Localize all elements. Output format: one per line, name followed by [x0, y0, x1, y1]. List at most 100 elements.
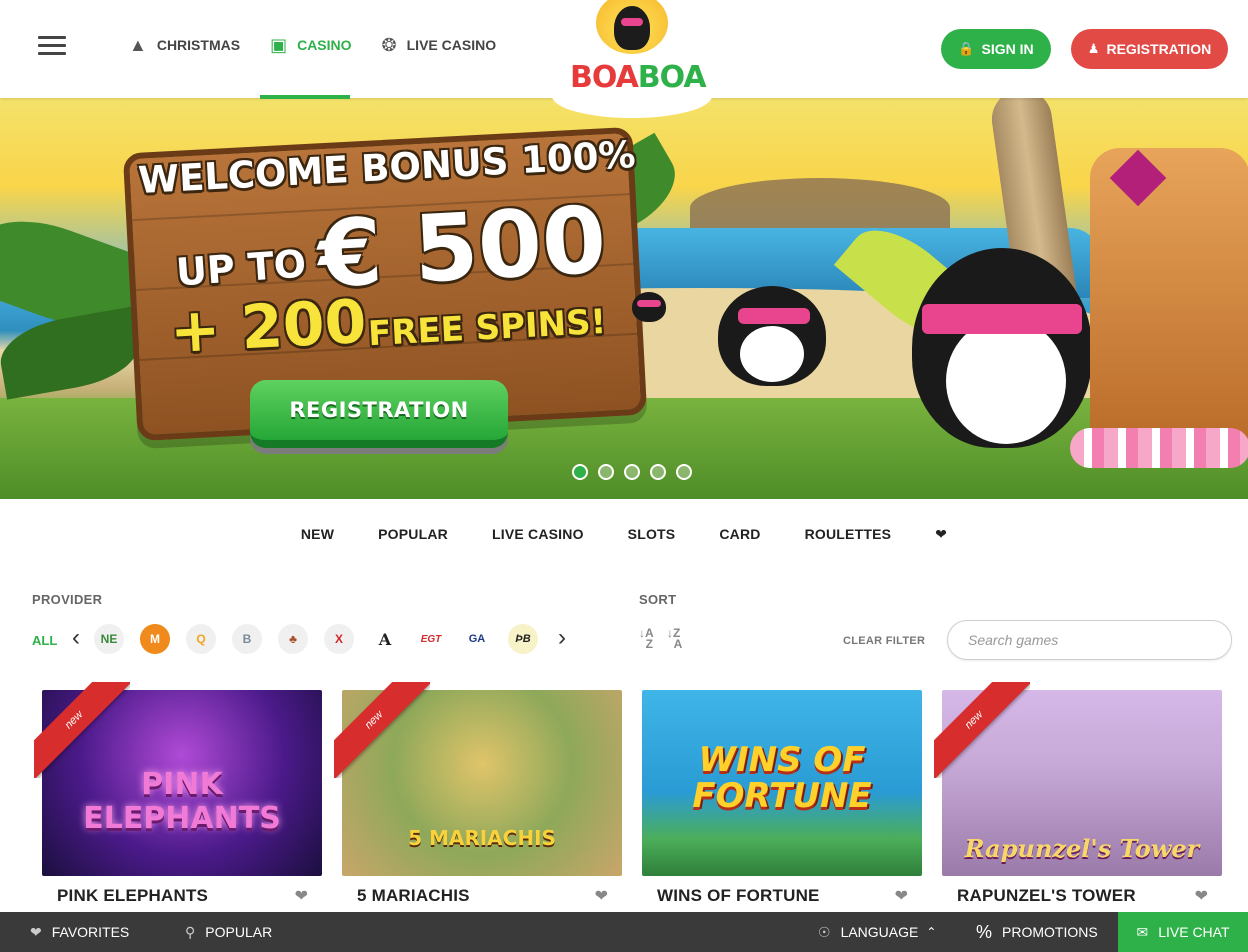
- game-thumbnail-title: PINK ELEPHANTS: [83, 767, 281, 836]
- game-title: RAPUNZEL'S TOWER: [957, 886, 1136, 905]
- game-thumbnail-title: 5 MARIACHIS: [408, 826, 556, 850]
- main-penguin-glasses: [922, 304, 1082, 334]
- provider-egt[interactable]: EGT: [416, 624, 446, 654]
- provider-label: PROVIDER: [32, 592, 103, 607]
- provider-all[interactable]: ALL: [32, 633, 57, 648]
- game-card[interactable]: Rapunzel's Tower new RAPUNZEL'S TOWER ❤: [934, 682, 1222, 905]
- provider-quickspin[interactable]: Q: [186, 624, 216, 654]
- provider-ga[interactable]: GA: [462, 624, 492, 654]
- site-logo[interactable]: BOABOA: [552, 0, 712, 120]
- nav-live-casino[interactable]: ❂ LIVE CASINO: [381, 0, 498, 90]
- new-ribbon: new: [934, 682, 1030, 778]
- top-nav: ▲ CHRISTMAS ▣ CASINO ❂ LIVE CASINO: [128, 0, 525, 98]
- provider-netent[interactable]: NE: [94, 624, 124, 654]
- hero-banner[interactable]: WELCOME BONUS 100% UP TO € 500 + 200 FRE…: [0, 98, 1248, 499]
- provider-a[interactable]: A: [370, 624, 400, 654]
- new-ribbon-label: new: [34, 682, 130, 778]
- flower-lei: [1070, 428, 1248, 468]
- popular-button[interactable]: ⚲ POPULAR: [185, 912, 272, 952]
- new-ribbon-label: new: [934, 682, 1030, 778]
- nav-live-casino-label: LIVE CASINO: [406, 37, 497, 53]
- language-label: LANGUAGE: [840, 924, 919, 940]
- sort-az-icon[interactable]: ↓A Z: [639, 627, 654, 650]
- hero-upto: UP TO: [174, 241, 308, 295]
- live-chat-label: LIVE CHAT: [1158, 924, 1230, 940]
- live-chat-button[interactable]: ✉ LIVE CHAT: [1118, 912, 1248, 952]
- sort-za-icon[interactable]: ↓Z A: [667, 627, 682, 650]
- game-card[interactable]: WINS OF FORTUNE WINS OF FORTUNE ❤: [642, 690, 922, 905]
- sign-in-label: SIGN IN: [981, 41, 1034, 57]
- hero-leaf: [0, 306, 146, 400]
- hero-registration-button[interactable]: REGISTRATION: [250, 380, 508, 448]
- promotions-label: PROMOTIONS: [1002, 924, 1098, 940]
- game-card[interactable]: 5 MARIACHIS new 5 MARIACHIS ❤: [334, 682, 622, 905]
- roulette-icon: ❂: [381, 34, 397, 55]
- logo-text-part1: BOA: [570, 60, 639, 95]
- tab-new[interactable]: NEW: [301, 526, 334, 543]
- provider-next-chevron-icon[interactable]: ›: [558, 624, 566, 652]
- chat-icon: ✉: [1136, 923, 1149, 940]
- nav-christmas[interactable]: ▲ CHRISTMAS: [128, 0, 241, 90]
- main-penguin: [912, 248, 1092, 448]
- sign-in-button[interactable]: 🔒 SIGN IN: [941, 29, 1051, 69]
- language-button[interactable]: ☉ LANGUAGE ⌃: [818, 912, 936, 952]
- popular-label: POPULAR: [205, 924, 273, 940]
- favorites-button[interactable]: ❤ FAVORITES: [30, 912, 129, 952]
- small-penguin: [632, 292, 666, 322]
- provider-prev-chevron-icon[interactable]: ‹: [72, 624, 80, 652]
- new-ribbon-label: new: [334, 682, 430, 778]
- favorites-label: FAVORITES: [51, 924, 130, 940]
- carousel-dot-1[interactable]: [572, 464, 588, 480]
- nav-casino-label: CASINO: [297, 37, 352, 53]
- promotions-button[interactable]: % PROMOTIONS: [976, 912, 1098, 952]
- search-input[interactable]: [947, 620, 1232, 660]
- carousel-dot-2[interactable]: [598, 464, 614, 480]
- new-ribbon: new: [34, 682, 130, 778]
- game-title: PINK ELEPHANTS: [57, 886, 209, 905]
- provider-tree[interactable]: ♣: [278, 624, 308, 654]
- provider-betsoft[interactable]: B: [232, 624, 262, 654]
- carousel-dot-3[interactable]: [624, 464, 640, 480]
- clear-filter-button[interactable]: CLEAR FILTER: [843, 635, 925, 647]
- surf-penguin: [718, 286, 826, 386]
- logo-text-part2: BOA: [637, 60, 707, 95]
- tab-popular[interactable]: POPULAR: [378, 526, 448, 543]
- provider-x[interactable]: X: [324, 624, 354, 654]
- tab-favorites-heart-icon[interactable]: ❤: [935, 526, 947, 543]
- provider-db[interactable]: ÞB: [508, 624, 538, 654]
- nav-christmas-label: CHRISTMAS: [156, 37, 241, 53]
- heart-icon: ❤: [30, 923, 42, 940]
- game-title: 5 MARIACHIS: [357, 886, 470, 905]
- provider-microgaming[interactable]: M: [140, 624, 170, 654]
- favorite-heart-icon[interactable]: ❤: [295, 886, 308, 906]
- carousel-dot-4[interactable]: [650, 464, 666, 480]
- tab-roulettes[interactable]: ROULETTES: [805, 526, 892, 543]
- award-icon: ⚲: [185, 923, 196, 940]
- favorite-heart-icon[interactable]: ❤: [895, 886, 908, 906]
- tiki-statue: [1090, 148, 1248, 448]
- nav-casino[interactable]: ▣ CASINO: [269, 0, 352, 90]
- carousel-dot-5[interactable]: [676, 464, 692, 480]
- logo-text: BOABOA: [570, 60, 707, 95]
- surf-penguin-belly: [740, 326, 804, 382]
- game-title: WINS OF FORTUNE: [657, 886, 820, 905]
- game-card[interactable]: PINK ELEPHANTS new PINK ELEPHANTS ❤: [34, 682, 322, 905]
- logo-penguin: [614, 6, 650, 50]
- hero-spins-count: + 200: [168, 286, 369, 368]
- tab-card[interactable]: CARD: [719, 526, 760, 543]
- carousel-dots: [572, 464, 702, 480]
- active-nav-indicator: [260, 95, 350, 99]
- game-thumbnail[interactable]: WINS OF FORTUNE: [642, 690, 922, 876]
- game-thumbnail-title: Rapunzel's Tower: [964, 834, 1200, 863]
- tab-live-casino[interactable]: LIVE CASINO: [492, 526, 584, 543]
- favorite-heart-icon[interactable]: ❤: [1195, 886, 1208, 906]
- registration-button[interactable]: ♟ REGISTRATION: [1071, 29, 1228, 69]
- hamburger-menu-icon[interactable]: [38, 36, 66, 56]
- registration-label: REGISTRATION: [1106, 41, 1212, 57]
- lock-icon: 🔒: [958, 41, 975, 56]
- favorite-heart-icon[interactable]: ❤: [595, 886, 608, 906]
- game-grid: PINK ELEPHANTS new PINK ELEPHANTS ❤ 5 MA…: [34, 682, 1242, 905]
- bottom-bar: ❤ FAVORITES ⚲ POPULAR ☉ LANGUAGE ⌃ % PRO…: [0, 912, 1248, 952]
- tab-slots[interactable]: SLOTS: [628, 526, 676, 543]
- game-thumbnail-title: WINS OF FORTUNE: [692, 740, 872, 816]
